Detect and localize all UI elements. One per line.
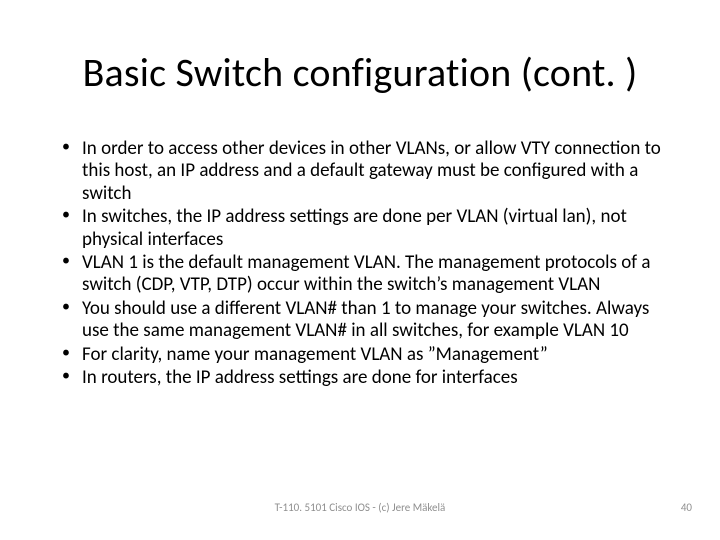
slide: Basic Switch configuration (cont. ) In o… xyxy=(0,0,720,540)
page-number: 40 xyxy=(681,501,692,514)
slide-title: Basic Switch configuration (cont. ) xyxy=(0,48,720,97)
list-item: You should use a different VLAN# than 1 … xyxy=(60,298,670,343)
list-item: In routers, the IP address settings are … xyxy=(60,367,670,389)
list-item: For clarity, name your management VLAN a… xyxy=(60,344,670,366)
list-item: VLAN 1 is the default management VLAN. T… xyxy=(60,252,670,297)
list-item: In switches, the IP address settings are… xyxy=(60,206,670,251)
bullet-list: In order to access other devices in othe… xyxy=(60,138,670,389)
list-item: In order to access other devices in othe… xyxy=(60,138,670,205)
footer-text: T-110. 5101 Cisco IOS - (c) Jere Mäkelä xyxy=(0,501,720,514)
slide-body: In order to access other devices in othe… xyxy=(60,138,670,390)
